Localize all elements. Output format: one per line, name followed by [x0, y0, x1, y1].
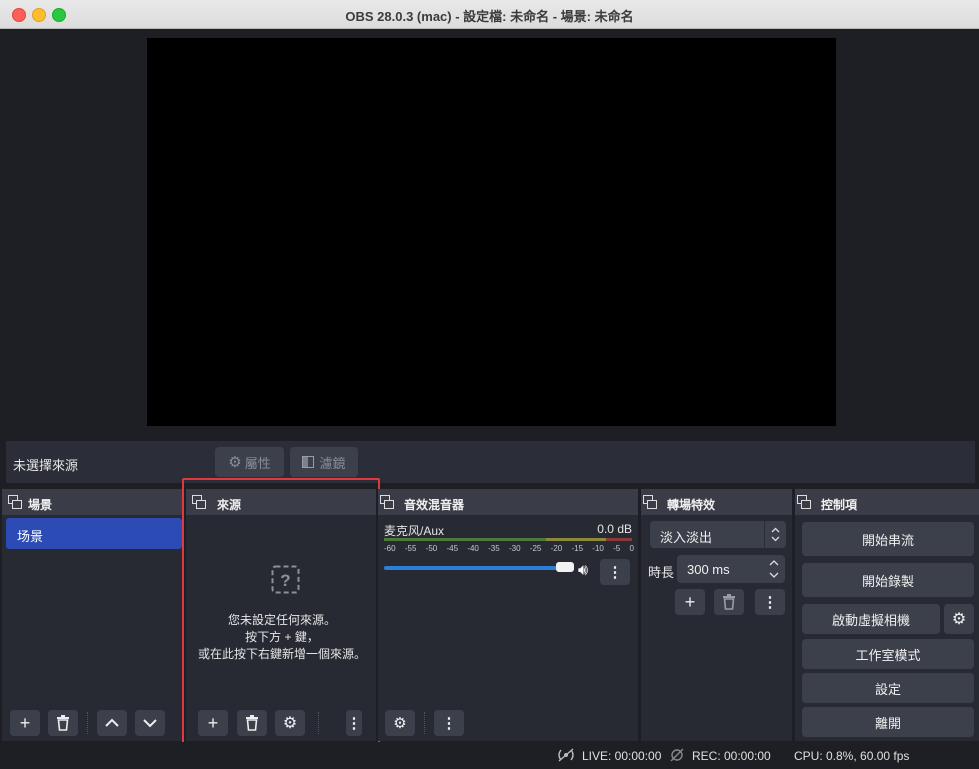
add-transition-button[interactable]: + [675, 589, 705, 615]
up-down-chevron-icon [771, 527, 780, 542]
scene-list-item[interactable]: 场景 [6, 518, 182, 549]
volume-slider[interactable] [384, 562, 574, 572]
remove-scene-button[interactable] [48, 710, 78, 736]
exit-button[interactable]: 離開 [802, 707, 974, 737]
highlight-frame [182, 478, 380, 756]
meter-tick: -40 [467, 544, 479, 553]
duration-spinbox[interactable]: 300 ms [677, 555, 785, 583]
meter-tick: -55 [404, 544, 417, 553]
dock-float-icon[interactable] [380, 495, 394, 509]
volume-slider-track [384, 566, 574, 570]
meter-tick: -35 [488, 544, 500, 553]
select-stepper [764, 521, 786, 548]
window-title: OBS 28.0.3 (mac) - 設定檔: 未命名 - 場景: 未命名 [345, 9, 634, 24]
meter-tick: 0 [629, 544, 634, 553]
mixer-channel-name: 麦克风/Aux [384, 524, 445, 538]
trash-icon [723, 594, 735, 610]
start-streaming-button[interactable]: 開始串流 [802, 522, 974, 556]
mixer-settings-button[interactable]: ⚙ [385, 710, 415, 736]
record-status-icon [670, 748, 684, 762]
settings-button[interactable]: 設定 [802, 673, 974, 703]
meter-tick: -5 [613, 544, 621, 553]
toolbar-separator [87, 712, 89, 734]
move-scene-up-button[interactable] [97, 710, 127, 736]
scene-list-item-label: 场景 [17, 529, 44, 544]
studio-mode-button[interactable]: 工作室模式 [802, 639, 974, 669]
audio-mixer-dock-title: 音效混音器 [404, 498, 465, 512]
volume-meter-yellow [546, 538, 606, 541]
properties-button-label: 屬性 [244, 455, 271, 471]
up-down-chevron-icon[interactable] [765, 555, 783, 583]
controls-dock-title: 控制項 [821, 498, 858, 512]
plus-icon: + [19, 712, 31, 733]
meter-tick: -45 [446, 544, 459, 553]
rec-timer: REC: 00:00:00 [692, 749, 771, 763]
chevron-down-icon [143, 719, 157, 728]
meter-tick: -60 [384, 544, 396, 553]
meter-ticks: -60 -55 -50 -45 -40 -35 -30 -25 -20 -15 … [384, 544, 634, 553]
live-timer: LIVE: 00:00:00 [582, 749, 662, 763]
kebab-menu-icon: ⋮ [607, 564, 623, 581]
filter-icon [302, 456, 315, 468]
remove-transition-button[interactable] [714, 589, 744, 615]
duration-value: 300 ms [687, 562, 730, 577]
volume-slider-fill [384, 566, 565, 570]
move-scene-down-button[interactable] [135, 710, 165, 736]
meter-tick: -25 [529, 544, 542, 553]
preview-canvas[interactable] [147, 38, 836, 426]
speaker-icon[interactable]: 🔊︎ [578, 562, 588, 580]
mixer-more-button[interactable]: ⋮ [434, 710, 464, 736]
meter-tick: -10 [592, 544, 604, 553]
gears-icon: ⚙ [393, 715, 407, 732]
filters-button[interactable]: 濾鏡 [290, 447, 358, 477]
no-source-selected-label: 未選擇來源 [13, 458, 79, 473]
gear-icon: ⚙ [228, 454, 242, 471]
audio-mixer-dock-header: 音效混音器 [378, 489, 638, 515]
kebab-menu-icon: ⋮ [441, 715, 457, 732]
transitions-dock-header: 轉場特效 [641, 489, 792, 515]
scenes-dock-title: 場景 [28, 498, 53, 512]
toolbar-separator [424, 712, 426, 734]
filters-button-label: 濾鏡 [319, 455, 346, 471]
transitions-dock-body [641, 515, 792, 741]
duration-label: 時長 [648, 565, 675, 580]
transition-more-button[interactable]: ⋮ [755, 589, 785, 615]
status-bar: LIVE: 00:00:00 REC: 00:00:00 CPU: 0.8%, … [2, 742, 979, 769]
volume-slider-handle[interactable] [556, 562, 574, 572]
mixer-channel-menu-button[interactable]: ⋮ [600, 559, 630, 585]
stream-signal-icon [558, 748, 574, 762]
kebab-menu-icon: ⋮ [762, 594, 778, 611]
start-recording-button[interactable]: 開始錄製 [802, 563, 974, 597]
dock-float-icon[interactable] [8, 495, 22, 509]
meter-tick: -30 [508, 544, 521, 553]
source-toolbar: 未選擇來源 [6, 441, 975, 483]
dock-float-icon[interactable] [797, 495, 811, 509]
gear-icon: ⚙ [951, 611, 967, 628]
plus-icon: + [684, 591, 696, 612]
chevron-up-icon [105, 718, 119, 727]
trash-icon [57, 715, 69, 731]
volume-meter-red [606, 538, 632, 541]
mixer-channel-db: 0.0 dB [597, 522, 632, 536]
properties-button[interactable]: ⚙ 屬性 [215, 447, 284, 477]
meter-tick: -15 [571, 544, 584, 553]
transition-select[interactable]: 淡入淡出 [650, 521, 786, 548]
title-bar: OBS 28.0.3 (mac) - 設定檔: 未命名 - 場景: 未命名 [0, 0, 979, 29]
cpu-fps-status: CPU: 0.8%, 60.00 fps [794, 749, 910, 763]
scenes-dock-header: 場景 [2, 489, 183, 515]
virtual-camera-settings-button[interactable]: ⚙ [944, 604, 974, 634]
controls-dock-header: 控制項 [795, 489, 979, 515]
start-virtual-camera-button[interactable]: 啟動虛擬相機 [802, 604, 940, 634]
add-scene-button[interactable]: + [10, 710, 40, 736]
transition-select-value: 淡入淡出 [660, 530, 713, 545]
transitions-dock-title: 轉場特效 [667, 498, 716, 512]
volume-meter-green [384, 538, 546, 541]
meter-tick: -50 [425, 544, 438, 553]
meter-tick: -20 [550, 544, 563, 553]
dock-float-icon[interactable] [643, 495, 657, 509]
